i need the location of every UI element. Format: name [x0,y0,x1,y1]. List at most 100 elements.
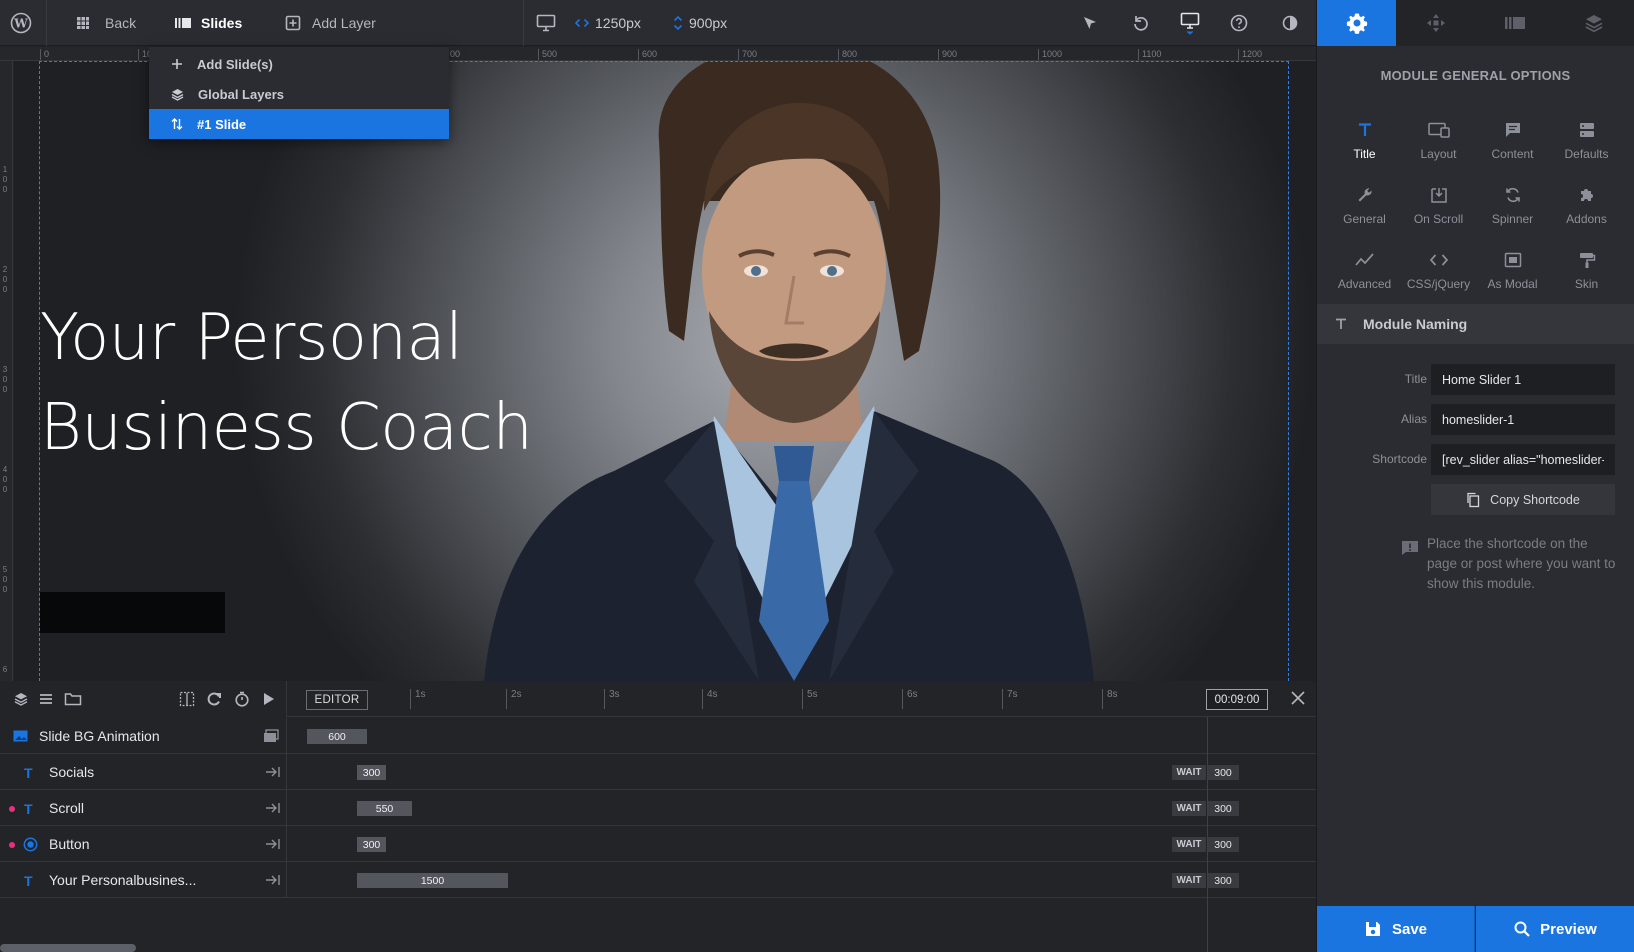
paint-roller-icon [1578,248,1596,272]
layers-toggle-icon[interactable] [13,691,29,707]
option-layout[interactable]: Layout [1402,118,1476,174]
width-field[interactable]: 1250px [575,0,641,46]
option-spinner[interactable]: Spinner [1476,183,1550,239]
ruler-tick: 600 [638,49,657,60]
play-icon[interactable] [262,691,276,707]
timeline-scrollbar[interactable] [0,944,136,952]
option-advanced[interactable]: Advanced [1328,248,1402,304]
loop-icon[interactable] [206,691,222,707]
option-content[interactable]: Content [1476,118,1550,174]
editor-mode-button[interactable]: EDITOR [306,690,368,710]
layers-icon [1584,13,1604,33]
timeline-bar[interactable]: 550 [357,801,412,816]
option-on-scroll[interactable]: On Scroll [1402,183,1476,239]
ruler-tick: 800 [838,49,857,60]
headline-layer[interactable]: Your Personal Business Coach [40,293,533,473]
select-tool-button[interactable] [1082,0,1098,46]
option-as-modal[interactable]: As Modal [1476,248,1550,304]
button-layer-icon [23,837,38,852]
title-icon [1357,118,1373,142]
device-desktop-button[interactable] [536,0,556,46]
wait-value[interactable]: 300 [1207,873,1239,888]
global-layers-menu-item[interactable]: Global Layers [149,79,449,109]
time-mark: 7s [1002,689,1018,709]
slides-icon [174,16,192,30]
ruler-tick: 1 [2,165,8,174]
option-label: General [1343,212,1386,226]
responsive-view-button[interactable] [1180,0,1200,46]
chart-line-icon [1354,248,1375,272]
title-input[interactable] [1431,364,1615,395]
add-layer-button[interactable]: Add Layer [285,0,376,46]
time-mark: 4s [702,689,718,709]
bg-settings-icon[interactable] [263,729,279,743]
enter-arrow-icon[interactable] [265,873,281,887]
preview-button[interactable]: Preview [1476,906,1634,952]
timeline-row-slide-bg[interactable]: Slide BG Animation 600 [0,718,1316,754]
ruler-tick: 0 [2,585,8,594]
undo-button[interactable] [1132,0,1150,46]
ruler-tick: 0 [2,175,8,184]
enter-arrow-icon[interactable] [265,837,281,851]
code-icon [1429,248,1449,272]
ruler-tick: 5 [2,565,8,574]
button-layer[interactable] [40,592,225,633]
option-css-jquery[interactable]: CSS/jQuery [1402,248,1476,304]
enter-arrow-icon[interactable] [265,801,281,815]
slides-button[interactable]: Slides [174,0,242,46]
wordpress-icon: W [10,12,32,34]
timeline-row-button[interactable]: Button 300 WAIT 300 [0,826,1316,862]
timeline-playhead[interactable] [1207,717,1208,952]
list-icon[interactable] [38,691,54,707]
option-title[interactable]: Title [1328,118,1402,174]
slide-1-menu-item[interactable]: #1 Slide [149,109,449,139]
add-slides-menu-item[interactable]: Add Slide(s) [149,49,449,79]
height-field[interactable]: 900px [673,0,727,46]
copy-shortcode-button[interactable]: Copy Shortcode [1431,484,1615,515]
timeline-row-headline[interactable]: T Your Personalbusines... 1500 WAIT 300 [0,862,1316,898]
wordpress-logo-button[interactable]: W [10,0,32,46]
wait-value[interactable]: 300 [1207,765,1239,780]
timeline-row-socials[interactable]: T Socials 300 WAIT 300 [0,754,1316,790]
folder-icon[interactable] [64,691,82,707]
option-addons[interactable]: Addons [1550,183,1624,239]
headline-line-1: Your Personal [40,301,463,375]
timeline-bar[interactable]: 1500 [357,873,508,888]
close-timeline-icon[interactable] [1290,690,1306,706]
layer-status-dot [9,842,15,848]
alias-input[interactable] [1431,404,1615,435]
option-label: Layout [1420,147,1457,161]
ruler-tick: 1200 [1238,49,1262,60]
tab-slide-settings[interactable] [1476,0,1555,46]
help-button[interactable] [1230,0,1248,46]
shortcode-input[interactable] [1431,444,1615,475]
back-button[interactable]: Back [76,0,136,46]
copy-shortcode-label: Copy Shortcode [1490,492,1580,507]
search-icon [1514,921,1530,937]
on-scroll-icon [1430,183,1448,207]
option-defaults[interactable]: Defaults [1550,118,1624,174]
timeline-bar[interactable]: 300 [357,765,386,780]
total-time-field[interactable]: 00:09:00 [1206,689,1268,710]
ruler-tick: 0 [2,275,8,284]
stopwatch-icon[interactable] [234,691,250,707]
shortcode-row: Shortcode [1317,444,1634,475]
option-skin[interactable]: Skin [1550,248,1624,304]
wait-value[interactable]: 300 [1207,837,1239,852]
option-general[interactable]: General [1328,183,1402,239]
timeline-row-scroll[interactable]: T Scroll 550 WAIT 300 [0,790,1316,826]
tab-navigation[interactable] [1396,0,1475,46]
option-label: Defaults [1564,147,1609,161]
wait-value[interactable]: 300 [1207,801,1239,816]
save-button[interactable]: Save [1317,906,1475,952]
contrast-toggle-button[interactable] [1282,0,1298,46]
module-naming-section[interactable]: Module Naming [1317,304,1634,344]
tab-layer-settings[interactable] [1555,0,1634,46]
grid-select-icon[interactable] [179,691,195,707]
enter-arrow-icon[interactable] [265,765,281,779]
timeline-bar[interactable]: 600 [307,729,367,744]
ruler-tick: 900 [938,49,957,60]
tab-module-settings[interactable] [1317,0,1397,46]
timeline-bar[interactable]: 300 [357,837,386,852]
navigation-icon [1426,13,1446,33]
